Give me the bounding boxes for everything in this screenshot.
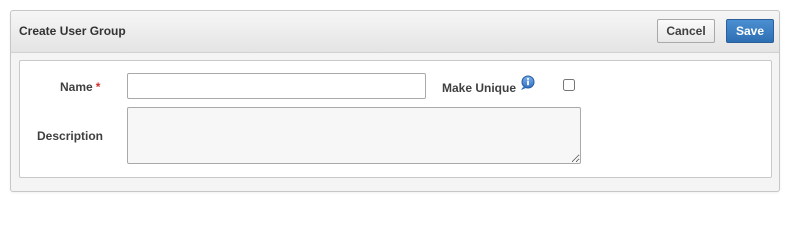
- make-unique-checkbox[interactable]: [563, 79, 575, 91]
- dialog-title: Create User Group: [19, 24, 126, 38]
- save-button[interactable]: Save: [726, 19, 774, 43]
- cancel-button[interactable]: Cancel: [657, 19, 715, 43]
- name-label: Name *: [60, 80, 100, 94]
- info-icon[interactable]: [520, 75, 536, 91]
- required-marker: *: [95, 80, 101, 94]
- create-user-group-dialog: Create User Group Cancel Save Name * Make…: [10, 10, 780, 192]
- make-unique-label: Make Unique: [442, 81, 517, 95]
- dialog-header: Create User Group Cancel Save: [11, 11, 779, 53]
- form-panel: Name * Make Unique Description: [19, 60, 772, 178]
- description-textarea[interactable]: [127, 107, 581, 164]
- name-label-text: Name: [60, 80, 93, 94]
- description-label: Description: [37, 129, 104, 143]
- name-input[interactable]: [127, 73, 426, 99]
